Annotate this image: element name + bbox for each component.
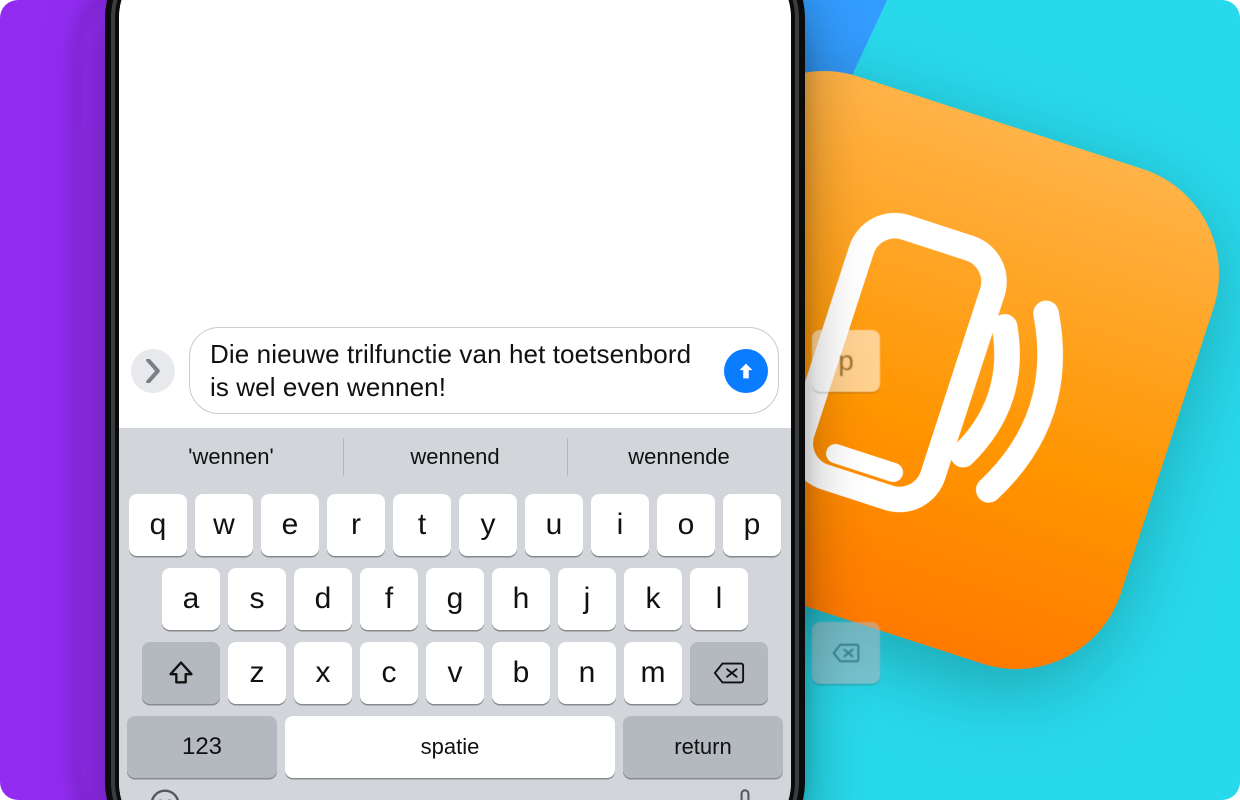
key-j[interactable]: j [558, 568, 616, 630]
backspace-icon [713, 661, 745, 685]
key-row-3: z x c v b n m [127, 642, 783, 704]
emoji-keyboard-button[interactable] [145, 784, 185, 800]
key-g[interactable]: g [426, 568, 484, 630]
key-h[interactable]: h [492, 568, 550, 630]
space-key[interactable]: spatie [285, 716, 615, 778]
key-p[interactable]: p [723, 494, 781, 556]
ghost-key: p [812, 330, 880, 392]
key-row-2: a s d f g h j k l [127, 568, 783, 630]
keyboard-bottom-bar [119, 784, 791, 800]
ios-keyboard: 'wennen' wennend wennende q w e r t y u … [119, 428, 791, 800]
suggestion[interactable]: 'wennen' [119, 428, 343, 486]
key-z[interactable]: z [228, 642, 286, 704]
key-k[interactable]: k [624, 568, 682, 630]
shift-key[interactable] [142, 642, 220, 704]
key-a[interactable]: a [162, 568, 220, 630]
send-button[interactable] [724, 349, 768, 393]
message-input-bubble[interactable]: Die nieuwe trilfunctie van het toetsenbo… [189, 327, 779, 414]
messages-content: Die nieuwe trilfunctie van het toetsenbo… [119, 0, 791, 428]
dictation-button[interactable] [725, 784, 765, 800]
key-e[interactable]: e [261, 494, 319, 556]
key-rows: q w e r t y u i o p a s d [119, 486, 791, 784]
ghost-keys-right: p [812, 330, 902, 684]
phone-screen: Die nieuwe trilfunctie van het toetsenbo… [119, 0, 791, 800]
key-o[interactable]: o [657, 494, 715, 556]
smiley-icon [149, 788, 181, 800]
suggestion-bar: 'wennen' wennend wennende [119, 428, 791, 486]
key-d[interactable]: d [294, 568, 352, 630]
key-n[interactable]: n [558, 642, 616, 704]
key-x[interactable]: x [294, 642, 352, 704]
expand-apps-button[interactable] [131, 349, 175, 393]
key-q[interactable]: q [129, 494, 187, 556]
microphone-icon [731, 788, 759, 800]
promo-image: q a p Die nieuwe trilfuncti [0, 0, 1240, 800]
key-s[interactable]: s [228, 568, 286, 630]
numbers-key[interactable]: 123 [127, 716, 277, 778]
message-input-text: Die nieuwe trilfunctie van het toetsenbo… [210, 338, 714, 403]
ghost-delete-icon [812, 622, 880, 684]
key-row-1: q w e r t y u i o p [127, 494, 783, 556]
key-c[interactable]: c [360, 642, 418, 704]
iphone-device: Die nieuwe trilfunctie van het toetsenbo… [105, 0, 805, 800]
key-b[interactable]: b [492, 642, 550, 704]
key-l[interactable]: l [690, 568, 748, 630]
return-key[interactable]: return [623, 716, 783, 778]
suggestion[interactable]: wennend [343, 428, 567, 486]
key-u[interactable]: u [525, 494, 583, 556]
key-t[interactable]: t [393, 494, 451, 556]
key-w[interactable]: w [195, 494, 253, 556]
key-i[interactable]: i [591, 494, 649, 556]
key-m[interactable]: m [624, 642, 682, 704]
key-row-4: 123 spatie return [127, 716, 783, 778]
shift-icon [167, 659, 195, 687]
key-f[interactable]: f [360, 568, 418, 630]
key-y[interactable]: y [459, 494, 517, 556]
message-input-row: Die nieuwe trilfunctie van het toetsenbo… [131, 327, 779, 414]
key-v[interactable]: v [426, 642, 484, 704]
arrow-up-icon [735, 360, 757, 382]
key-r[interactable]: r [327, 494, 385, 556]
suggestion[interactable]: wennende [567, 428, 791, 486]
delete-key[interactable] [690, 642, 768, 704]
chevron-right-icon [144, 359, 162, 383]
